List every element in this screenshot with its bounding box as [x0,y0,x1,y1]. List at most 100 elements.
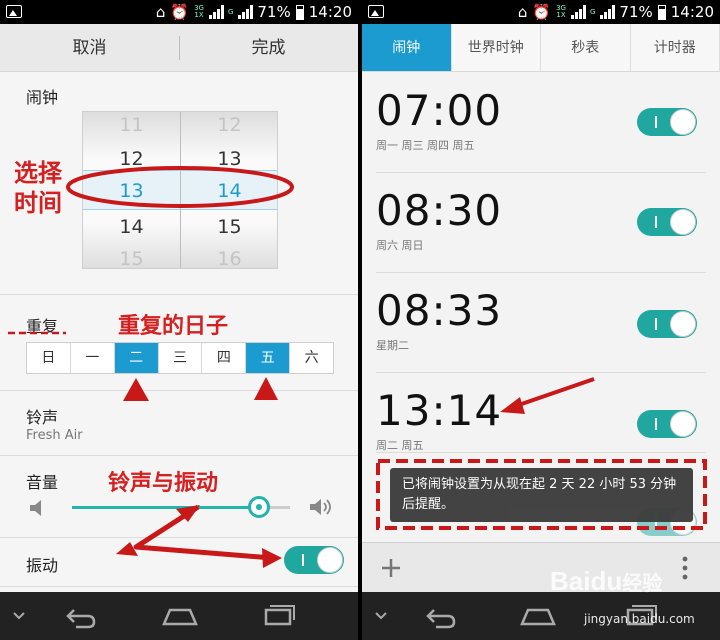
image-notification-icon [368,5,384,18]
alarm-days: 周一 周三 周四 周五 [376,139,475,152]
weekday-fri[interactable]: 五 [246,343,291,373]
minute-option: 16 [217,248,242,269]
nav-down-icon[interactable] [374,610,388,622]
watermark-logo: Baidu经验 [550,566,662,597]
weekday-sat[interactable]: 六 [290,343,334,373]
alarm-days: 星期二 [376,339,409,352]
volume-label: 音量 [26,473,59,492]
weekday-mon[interactable]: 一 [70,343,115,373]
done-button[interactable]: 完成 [179,24,358,72]
alarm-status-icon: ⏰ [532,3,552,21]
alarm-toggle[interactable] [637,108,697,136]
battery-percent: 71% [619,3,653,21]
minute-option: 12 [217,114,242,136]
weekday-wed[interactable]: 三 [158,343,203,373]
watermark-url: jingyan.baidu.com [584,612,695,626]
repeat-section-label: 重复 [26,317,59,336]
tab-alarm[interactable]: 闹钟 [362,24,452,71]
network-type-icon: 3G 1X [194,4,204,19]
annotation-triangle-friday [254,377,278,400]
divider [376,272,706,273]
weekday-sun[interactable]: 日 [27,343,71,373]
signal-icon-2 [238,5,254,19]
alarm-toggle[interactable] [637,310,697,338]
alarm-edit-screen: ⌂ ⏰ 3G 1X G 71% 14:20 取消 完成 闹钟 11 12 13 1… [0,0,358,640]
signal-icon [570,5,586,19]
annotation-ring-vibrate: 铃声与振动 [108,471,219,496]
weekday-thu[interactable]: 四 [202,343,247,373]
tab-world-clock[interactable]: 世界时钟 [452,24,541,71]
annotation-repeat-days: 重复的日子 [118,314,229,339]
watermark-brand: Baidu [550,566,623,596]
volume-high-icon [310,499,331,515]
vibrate-status-icon: ⌂ [517,3,528,21]
overflow-menu-icon[interactable] [680,555,690,581]
alarm-days: 周二 周五 [376,439,424,452]
time-picker[interactable]: 11 12 13 14 15 12 13 14 15 16 [82,111,278,269]
minute-selected[interactable]: 14 [181,180,277,202]
bottom-action-bar [362,542,720,592]
watermark-brand-cn: 经验 [622,573,663,595]
volume-slider[interactable] [72,496,290,518]
nav-down-icon[interactable] [12,610,26,622]
battery-percent: 71% [257,3,291,21]
divider [376,372,706,373]
battery-icon [295,4,304,20]
battery-icon [657,4,666,20]
annotation-select-time-line1: 选择 [14,159,62,187]
home-icon[interactable] [518,604,558,628]
plus-icon[interactable] [380,557,402,579]
alarm-toggle[interactable] [637,208,697,236]
vibrate-toggle[interactable] [284,546,344,574]
tab-stopwatch[interactable]: 秒表 [541,24,631,71]
divider [376,452,706,453]
vibrate-status-icon: ⌂ [155,3,166,21]
divider [0,390,358,391]
divider [376,172,706,173]
alarm-toggle[interactable] [637,410,697,438]
volume-low-icon [30,500,41,516]
back-icon[interactable] [422,602,458,630]
image-notification-icon [6,5,22,18]
divider [0,586,358,587]
status-bar: ⌂ ⏰ 3G 1X G 71% 14:20 [0,0,358,24]
ringtone-value: Fresh Air [26,428,83,443]
divider [0,455,358,456]
edit-action-bar: 取消 完成 [0,24,358,72]
ringtone-label: 铃声 [26,408,59,427]
alarm-list-screen: ⌂ ⏰ 3G 1X G 71% 14:20 闹钟 世界时钟 秒表 计时器 07:0… [362,0,720,640]
network-g-icon: G [589,7,596,16]
tab-timer[interactable]: 计时器 [631,24,720,71]
clock-tabs: 闹钟 世界时钟 秒表 计时器 [362,24,720,72]
back-icon[interactable] [62,602,98,630]
alarm-set-toast: 已将闹钟设置为从现在起 2 天 22 小时 53 分钟后提醒。 [390,468,693,522]
minute-option[interactable]: 13 [181,148,277,170]
hour-option: 11 [119,114,144,136]
weekday-tue[interactable]: 二 [114,343,159,373]
divider [0,294,358,295]
hour-option: 15 [119,248,144,269]
annotation-arrowhead-toggle [262,548,282,568]
signal-icon [208,5,224,19]
clock: 14:20 [308,3,352,21]
alarm-status-icon: ⏰ [170,3,190,21]
alarm-section-label: 闹钟 [26,88,59,107]
network-g-icon: G [227,7,234,16]
alarm-days: 周六 周日 [376,239,424,252]
annotation-select-time: 选择 时间 [14,158,62,218]
weekday-selector: 日 一 二 三 四 五 六 [26,342,334,374]
status-bar: ⌂ ⏰ 3G 1X G 71% 14:20 [362,0,720,24]
hour-option[interactable]: 14 [83,216,180,238]
recents-icon[interactable] [262,604,296,628]
minute-option[interactable]: 15 [181,216,277,238]
hour-selected[interactable]: 13 [83,180,180,202]
volume-slider-thumb[interactable] [248,496,271,518]
volume-slider-fill [72,506,260,509]
cancel-button[interactable]: 取消 [0,24,179,72]
hour-option[interactable]: 12 [83,148,180,170]
home-icon[interactable] [160,604,200,628]
vibrate-label: 振动 [26,556,59,575]
system-nav-bar [0,592,358,640]
clock: 14:20 [670,3,714,21]
signal-icon-2 [600,5,616,19]
